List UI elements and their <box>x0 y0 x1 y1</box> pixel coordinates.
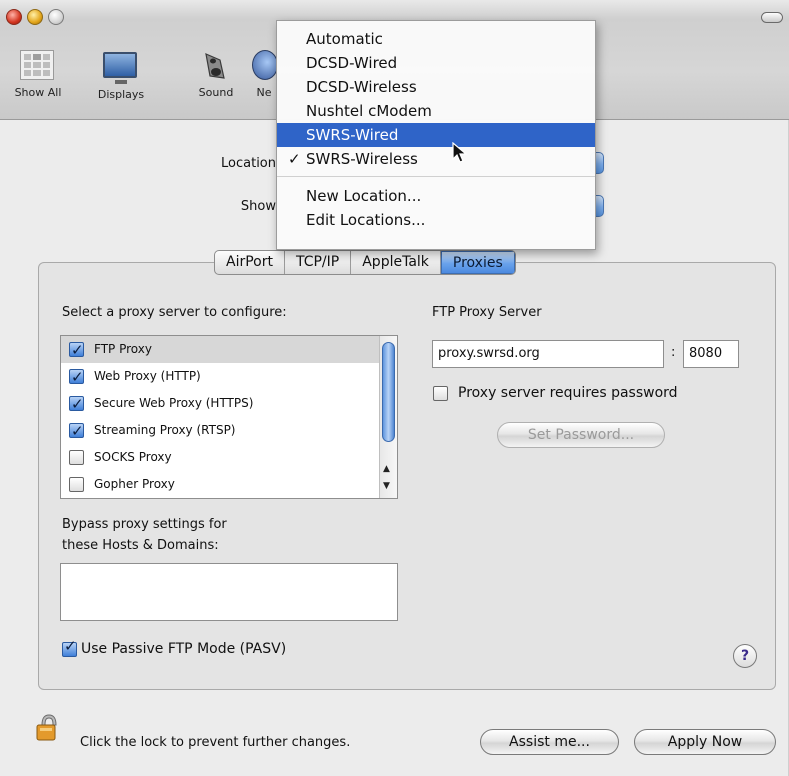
menu-item-swrs-wireless[interactable]: ✓ SWRS-Wireless <box>277 147 595 171</box>
list-item[interactable]: Gopher Proxy <box>61 471 397 498</box>
close-button[interactable] <box>6 9 22 25</box>
list-item-label: Gopher Proxy <box>94 477 175 491</box>
apply-now-button[interactable]: Apply Now <box>634 729 776 755</box>
menu-item-label: SWRS-Wired <box>306 126 399 144</box>
zoom-button[interactable] <box>48 9 64 25</box>
toolbar-item-show-all[interactable]: Show All <box>8 50 68 99</box>
toolbar-item-label: Sound <box>198 86 234 99</box>
toolbar-item-label: Ne <box>256 86 272 99</box>
gopher-proxy-checkbox[interactable] <box>69 477 84 492</box>
proxy-server-field[interactable]: proxy.swrsd.org <box>432 340 664 368</box>
show-label: Show <box>240 199 276 214</box>
select-proxy-label: Select a proxy server to configure: <box>62 305 287 320</box>
menu-item-label: SWRS-Wireless <box>306 150 418 168</box>
ftp-proxy-checkbox[interactable] <box>69 337 84 364</box>
help-button[interactable]: ? <box>733 644 757 668</box>
menu-item-nushtel-cmodem[interactable]: Nushtel cModem <box>277 99 595 123</box>
assist-me-button[interactable]: Assist me... <box>480 729 619 755</box>
port-separator: : <box>671 345 676 360</box>
tab-proxies[interactable]: Proxies <box>440 251 515 274</box>
proxy-port-field[interactable]: 8080 <box>683 340 739 368</box>
scroll-up-arrow-icon[interactable]: ▲ <box>383 464 390 474</box>
menu-item-new-location[interactable]: New Location... <box>277 184 595 208</box>
password-required-checkbox[interactable] <box>433 385 448 401</box>
window-controls <box>6 9 64 25</box>
menu-item-label: New Location... <box>306 187 422 205</box>
socks-proxy-checkbox[interactable] <box>69 450 84 465</box>
list-item-label: FTP Proxy <box>94 342 152 356</box>
tab-airport[interactable]: AirPort <box>215 251 285 274</box>
menu-item-label: Edit Locations... <box>306 211 426 229</box>
password-required-label: Proxy server requires password <box>458 385 678 401</box>
list-item[interactable]: Secure Web Proxy (HTTPS) <box>61 390 397 418</box>
tab-appletalk[interactable]: AppleTalk <box>351 251 441 274</box>
tab-bar: AirPort TCP/IP AppleTalk Proxies <box>214 250 516 275</box>
menu-item-automatic[interactable]: Automatic <box>277 27 595 51</box>
list-item[interactable]: Web Proxy (HTTP) <box>61 363 397 391</box>
sound-icon <box>198 50 234 82</box>
streaming-proxy-checkbox[interactable] <box>69 418 84 445</box>
list-item-label: Streaming Proxy (RTSP) <box>94 423 236 437</box>
toolbar-toggle-button[interactable] <box>761 12 783 23</box>
passive-ftp-row[interactable]: Use Passive FTP Mode (PASV) <box>62 637 287 657</box>
list-item[interactable]: FTP Proxy <box>61 336 397 364</box>
toolbar-item-network[interactable]: Ne <box>252 50 276 99</box>
ftp-proxy-server-heading: FTP Proxy Server <box>432 305 542 320</box>
minimize-button[interactable] <box>27 9 43 25</box>
toolbar-item-displays[interactable]: Displays <box>86 50 156 101</box>
menu-item-dcsd-wireless[interactable]: DCSD-Wireless <box>277 75 595 99</box>
proxy-list: FTP Proxy Web Proxy (HTTP) Secure Web Pr… <box>60 335 398 499</box>
checkmark-icon: ✓ <box>288 150 301 168</box>
secure-web-proxy-checkbox[interactable] <box>69 391 84 418</box>
menu-separator <box>277 176 595 177</box>
menu-item-label: Nushtel cModem <box>306 102 432 120</box>
toolbar-item-label: Displays <box>97 88 145 101</box>
menu-item-swrs-wired[interactable]: SWRS-Wired <box>277 123 595 147</box>
scroll-down-arrow-icon[interactable]: ▼ <box>383 481 390 491</box>
list-item-label: Web Proxy (HTTP) <box>94 369 201 383</box>
set-password-button[interactable]: Set Password... <box>497 422 665 448</box>
menu-item-label: Automatic <box>306 30 383 48</box>
bypass-label-line1: Bypass proxy settings for <box>62 517 227 532</box>
list-item[interactable]: Streaming Proxy (RTSP) <box>61 417 397 445</box>
toolbar-item-label: Show All <box>14 86 62 99</box>
web-proxy-checkbox[interactable] <box>69 364 84 391</box>
network-icon <box>252 50 276 82</box>
location-label: Location <box>221 156 276 171</box>
passive-ftp-checkbox[interactable] <box>62 637 77 657</box>
list-scrollbar[interactable]: ▲ ▼ <box>379 336 397 498</box>
location-menu: Automatic DCSD-Wired DCSD-Wireless Nusht… <box>276 20 596 250</box>
menu-item-label: DCSD-Wired <box>306 54 398 72</box>
tab-tcpip[interactable]: TCP/IP <box>285 251 352 274</box>
list-item[interactable]: SOCKS Proxy <box>61 444 397 471</box>
lock-message: Click the lock to prevent further change… <box>80 735 351 750</box>
passive-ftp-label: Use Passive FTP Mode (PASV) <box>81 641 287 657</box>
bypass-label-line2: these Hosts & Domains: <box>62 538 219 553</box>
lock-icon[interactable] <box>36 713 62 747</box>
toolbar-item-sound[interactable]: Sound <box>190 50 242 99</box>
mouse-pointer-icon <box>452 141 468 168</box>
show-all-icon <box>20 50 56 82</box>
menu-item-label: DCSD-Wireless <box>306 78 417 96</box>
menu-item-edit-locations[interactable]: Edit Locations... <box>277 208 595 232</box>
menu-item-dcsd-wired[interactable]: DCSD-Wired <box>277 51 595 75</box>
bypass-hosts-field[interactable] <box>60 563 398 621</box>
scrollbar-thumb[interactable] <box>382 342 395 442</box>
list-item-label: SOCKS Proxy <box>94 450 172 464</box>
displays-icon <box>103 52 139 84</box>
list-item-label: Secure Web Proxy (HTTPS) <box>94 396 254 410</box>
password-checkbox-row[interactable]: Proxy server requires password <box>433 385 678 401</box>
